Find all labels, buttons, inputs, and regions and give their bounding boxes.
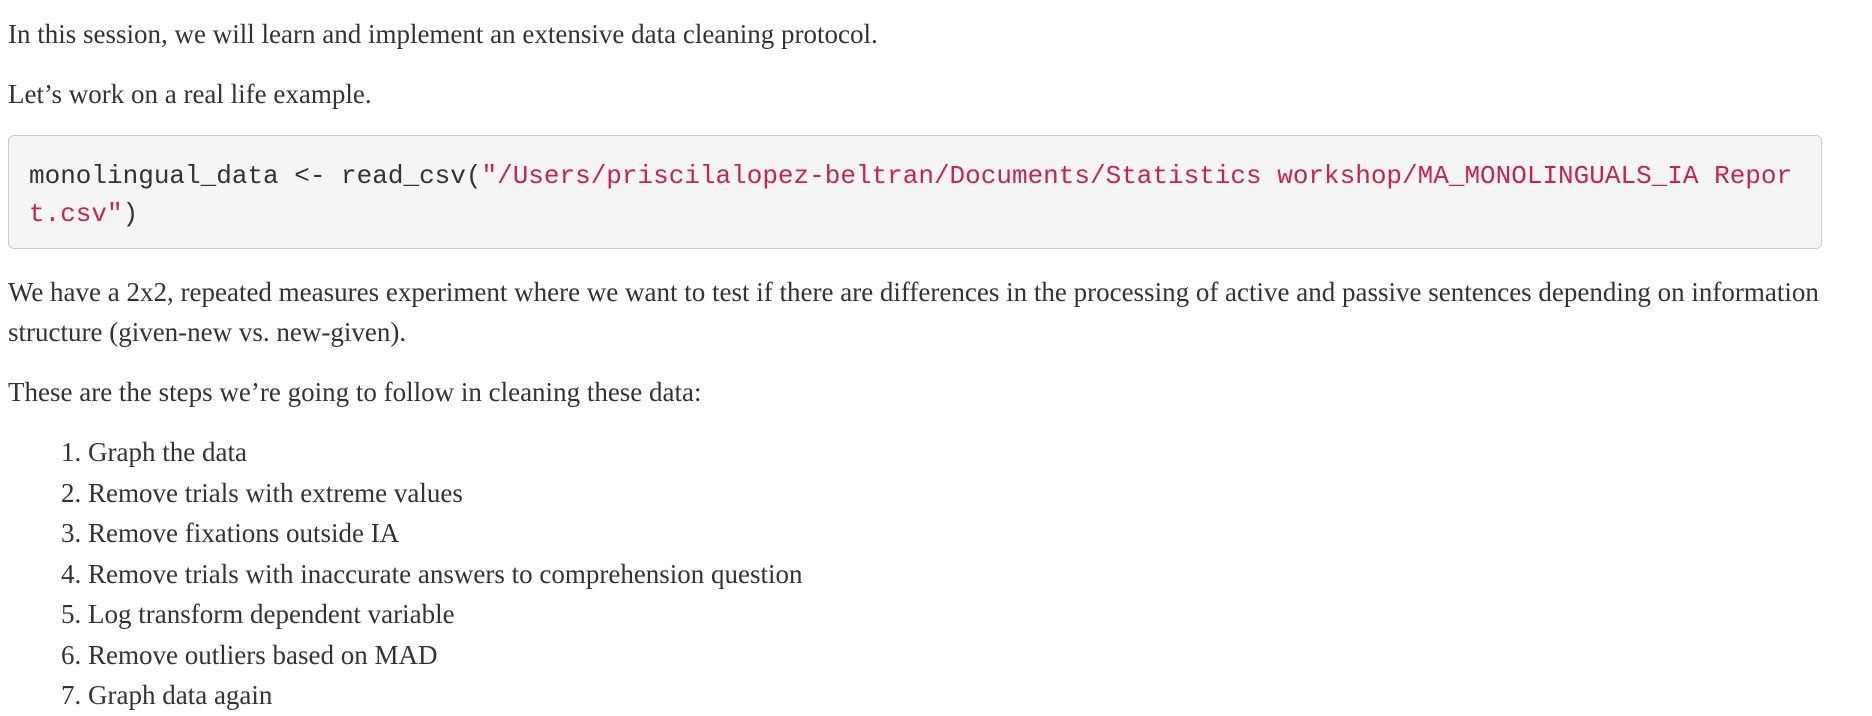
list-item: Remove outliers based on MAD — [88, 635, 803, 676]
list-item: Graph the data — [88, 432, 803, 473]
code-prefix: monolingual_data <- read_csv( — [29, 161, 482, 191]
list-item: Remove trials with extreme values — [88, 473, 803, 514]
list-item: Remove trials with inaccurate answers to… — [88, 554, 803, 595]
intro-paragraph: In this session, we will learn and imple… — [8, 19, 878, 49]
code-block: monolingual_data <- read_csv("/Users/pri… — [8, 135, 1822, 249]
list-item: Log transform dependent variable — [88, 594, 803, 635]
list-item: Remove fixations outside IA — [88, 513, 803, 554]
list-item: Graph data again — [88, 675, 803, 716]
code-suffix: ) — [122, 199, 139, 229]
steps-intro-paragraph: These are the steps we’re going to follo… — [8, 377, 702, 407]
code-line: monolingual_data <- read_csv("/Users/pri… — [29, 157, 1801, 233]
cleaning-steps-list: Graph the data Remove trials with extrem… — [8, 432, 803, 716]
experiment-description-paragraph: We have a 2x2, repeated measures experim… — [8, 277, 1819, 347]
example-intro-paragraph: Let’s work on a real life example. — [8, 79, 372, 109]
